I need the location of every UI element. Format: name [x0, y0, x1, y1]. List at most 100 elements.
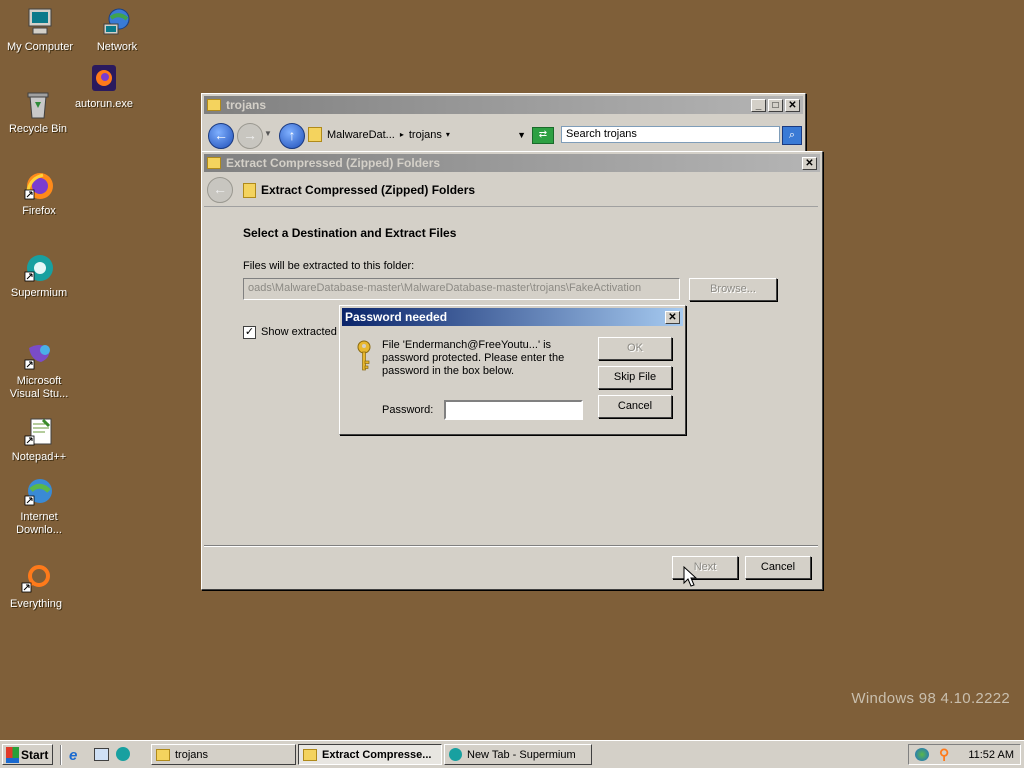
explorer-window[interactable]: trojans _ □ ✕ ← → ▼ ↑ MalwareDat... ▸ tr… [201, 93, 806, 155]
notepad-plus-plus-icon [23, 416, 55, 448]
skip-file-button[interactable]: Skip File [598, 366, 672, 389]
system-tray: ⚲ 11:52 AM [908, 744, 1021, 765]
desktop-icon-label: Internet Downlo... [16, 511, 62, 536]
chevron-down-icon[interactable]: ▾ [446, 130, 450, 139]
explorer-titlebar[interactable]: trojans _ □ ✕ [204, 96, 803, 114]
wizard-footer-divider [204, 545, 818, 547]
explorer-toolbar: ← → ▼ ↑ MalwareDat... ▸ trojans ▾ ▼ ⇄ Se… [206, 120, 802, 149]
show-extracted-label: Show extracted [261, 326, 337, 338]
desktop-icon-supermium[interactable]: Supermium [1, 252, 77, 300]
wizard-back-button[interactable]: ← [207, 177, 233, 203]
zip-folder-icon [243, 182, 256, 198]
taskbar: Start e trojans Extract Compresse... New… [0, 740, 1024, 768]
desktop-icon-label: autorun.exe [74, 98, 134, 110]
magnifier-icon: ⌕ [788, 129, 796, 141]
minimize-button[interactable]: _ [751, 98, 766, 112]
desktop-icon-everything[interactable]: Everything [0, 563, 74, 611]
next-button[interactable]: Next [672, 556, 738, 579]
wizard-titlebar[interactable]: Extract Compressed (Zipped) Folders ✕ [204, 154, 820, 172]
zip-folder-icon [207, 157, 221, 169]
history-dropdown-icon[interactable]: ▼ [264, 129, 272, 138]
password-label: Password: [382, 404, 434, 416]
task-label: Extract Compresse... [322, 748, 432, 761]
wizard-cancel-button[interactable]: Cancel [745, 556, 811, 579]
supermium-quick-icon[interactable] [116, 747, 130, 761]
forward-button[interactable]: → [237, 123, 263, 149]
show-desktop-icon[interactable] [94, 748, 109, 761]
recycle-bin-icon [22, 88, 54, 120]
desktop-icon-label: Network [96, 41, 138, 53]
desktop-icon-label: My Computer [6, 41, 74, 53]
wizard-header-title: Extract Compressed (Zipped) Folders [261, 183, 476, 197]
chevron-right-icon[interactable]: ▸ [400, 130, 404, 139]
path-label: Files will be extracted to this folder: [243, 260, 415, 272]
close-button[interactable]: ✕ [665, 310, 680, 324]
zip-folder-icon [303, 748, 317, 761]
destination-path-value: oads\MalwareDatabase-master\MalwareDatab… [248, 282, 642, 294]
task-trojans[interactable]: trojans [151, 744, 296, 765]
desktop-icon-autorun[interactable]: autorun.exe [66, 63, 142, 111]
start-label: Start [21, 747, 49, 762]
folder-icon [156, 748, 170, 761]
back-arrow-icon: ← [213, 181, 227, 197]
up-arrow-icon: ↑ [288, 127, 296, 143]
address-crumb-2[interactable]: trojans [409, 129, 442, 141]
close-button[interactable]: ✕ [785, 98, 800, 112]
desktop-icon-visual-studio[interactable]: Microsoft Visual Stu... [1, 340, 77, 401]
clock[interactable]: 11:52 AM [968, 749, 1014, 761]
search-button[interactable]: ⌕ [782, 126, 802, 145]
search-box[interactable]: Search trojans [561, 126, 780, 143]
wizard-title: Extract Compressed (Zipped) Folders [226, 156, 441, 170]
desktop-icon-recycle-bin[interactable]: Recycle Bin [0, 88, 76, 136]
visual-studio-icon [23, 340, 55, 372]
start-button[interactable]: Start [2, 744, 53, 765]
password-cancel-button[interactable]: Cancel [598, 395, 672, 418]
task-supermium[interactable]: New Tab - Supermium [444, 744, 592, 765]
desktop-icon-notepad-plus-plus[interactable]: Notepad++ [1, 416, 77, 464]
download-manager-icon [23, 476, 55, 508]
refresh-icon: ⇄ [538, 129, 548, 140]
maximize-button[interactable]: □ [768, 98, 783, 112]
key-icon [354, 339, 374, 373]
desktop-icon-network[interactable]: Network [79, 6, 155, 54]
network-icon [101, 6, 133, 38]
supermium-icon [449, 748, 462, 761]
folder-icon [308, 127, 322, 142]
password-dialog-title: Password needed [345, 310, 448, 324]
my-computer-icon [24, 6, 56, 38]
ok-button[interactable]: OK [598, 337, 672, 360]
desktop-icon-label: Recycle Bin [8, 123, 68, 135]
search-placeholder: Search trojans [566, 128, 637, 140]
password-message: File 'Endermanch@FreeYoutu...' is passwo… [382, 339, 565, 377]
desktop-icon-internet-download-manager[interactable]: Internet Downlo... [1, 476, 77, 537]
desktop-icon-firefox[interactable]: Firefox [1, 170, 77, 218]
desktop-icon-label: Everything [10, 598, 62, 610]
back-button[interactable]: ← [208, 123, 234, 149]
everything-search-icon [20, 563, 52, 595]
windows-logo-icon [6, 746, 19, 763]
desktop-icon-label: Microsoft Visual Stu... [9, 375, 69, 400]
password-dialog-titlebar[interactable]: Password needed ✕ [342, 308, 683, 326]
close-button[interactable]: ✕ [802, 156, 817, 170]
address-crumb-1[interactable]: MalwareDat... [327, 129, 395, 141]
back-arrow-icon: ← [214, 127, 228, 143]
os-version-watermark: Windows 98 4.10.2222 [851, 690, 1010, 707]
search-tray-icon[interactable]: ⚲ [939, 746, 949, 763]
explorer-title: trojans [226, 98, 267, 112]
address-bar[interactable]: MalwareDat... ▸ trojans ▾ ▼ [308, 125, 526, 144]
folder-icon [207, 99, 221, 111]
network-tray-icon[interactable] [915, 748, 929, 761]
internet-explorer-icon[interactable]: e [69, 747, 77, 764]
browse-button[interactable]: Browse... [689, 278, 777, 301]
up-button[interactable]: ↑ [279, 123, 305, 149]
password-input[interactable] [444, 400, 583, 420]
address-dropdown-icon[interactable]: ▼ [517, 130, 526, 140]
checkmark-icon: ✓ [244, 326, 255, 338]
show-extracted-checkbox[interactable]: ✓ [243, 326, 256, 339]
desktop-icon-my-computer[interactable]: My Computer [2, 6, 78, 54]
password-dialog[interactable]: Password needed ✕ File 'Endermanch@FreeY… [339, 305, 686, 435]
refresh-button[interactable]: ⇄ [532, 127, 554, 144]
destination-path-field[interactable]: oads\MalwareDatabase-master\MalwareDatab… [243, 278, 680, 300]
task-extract-wizard[interactable]: Extract Compresse... [298, 744, 442, 765]
desktop-icon-label: Supermium [10, 287, 68, 299]
